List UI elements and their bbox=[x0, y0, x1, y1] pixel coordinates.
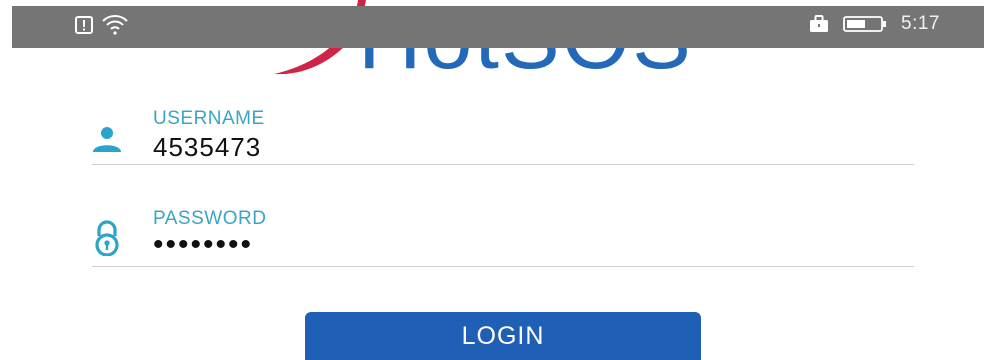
password-input[interactable]: •••••••• bbox=[153, 228, 253, 262]
username-label: USERNAME bbox=[153, 108, 265, 129]
battery-icon bbox=[843, 16, 887, 32]
alert-icon bbox=[75, 16, 93, 34]
username-input[interactable]: 4535473 bbox=[153, 132, 261, 163]
status-bar: 5:17 bbox=[12, 6, 984, 48]
login-screen: HotSOS bbox=[0, 0, 984, 360]
status-left bbox=[74, 14, 128, 36]
password-label: PASSWORD bbox=[153, 208, 267, 229]
wifi-icon bbox=[102, 15, 128, 35]
briefcase-icon bbox=[810, 15, 829, 32]
password-field[interactable]: PASSWORD •••••••• bbox=[92, 208, 914, 267]
lock-icon bbox=[95, 220, 119, 256]
status-time: 5:17 bbox=[901, 13, 940, 34]
status-right: 5:17 bbox=[809, 13, 940, 35]
username-field[interactable]: USERNAME 4535473 bbox=[92, 108, 914, 165]
login-button[interactable]: LOGIN bbox=[305, 312, 701, 360]
user-icon bbox=[93, 127, 121, 152]
